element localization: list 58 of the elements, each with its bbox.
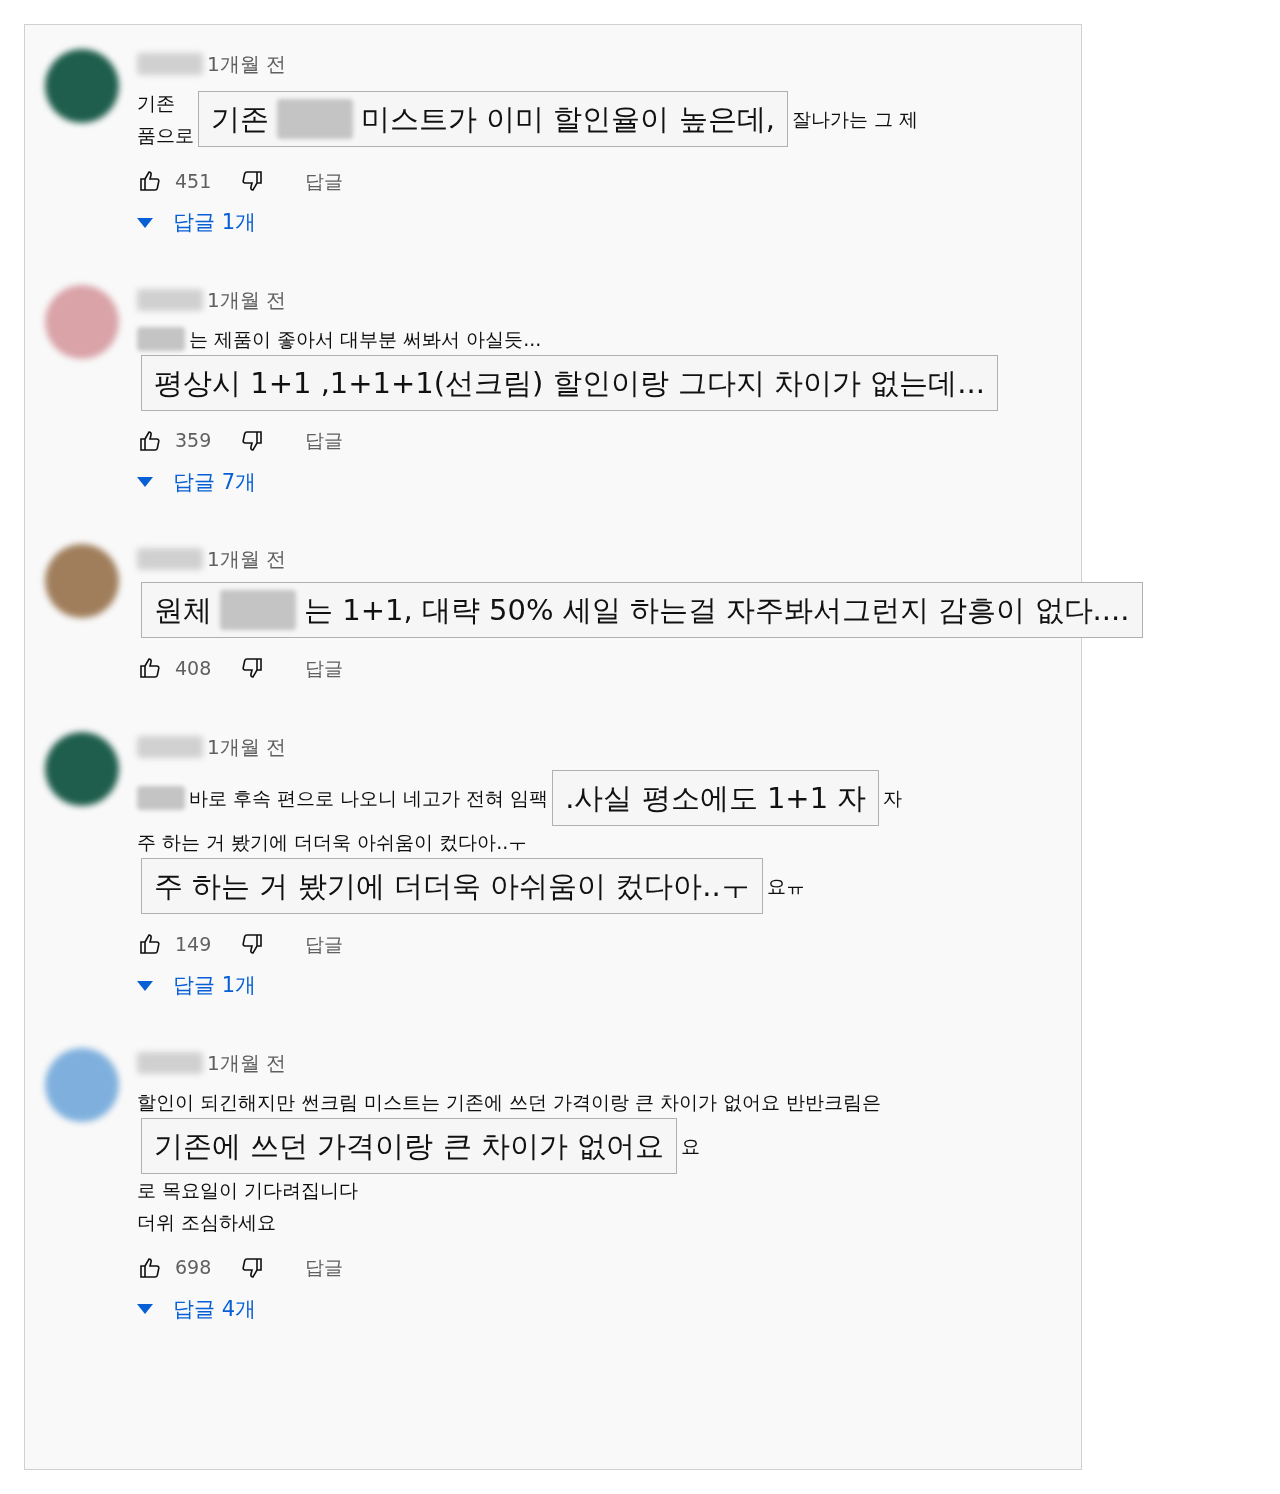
comment-text: 할인이 되긴해지만 썬크림 미스트는 기존에 쓰던 가격이랑 큰 차이가 없어요 반반크림은 xyxy=(137,1089,882,1115)
comment-text: 로 목요일이 기다려집니다 xyxy=(137,1177,359,1203)
thumbs-up-icon[interactable] xyxy=(137,1255,163,1280)
reply-button[interactable]: 답글 xyxy=(305,929,344,959)
like-count: 451 xyxy=(175,168,212,194)
like-count: 408 xyxy=(175,655,212,681)
caret-down-icon xyxy=(137,477,153,488)
comment-text: 잘나가는 그 제 xyxy=(791,107,918,132)
comment-text: 는 제품이 좋아서 대부분 써봐서 아실듯... xyxy=(189,326,542,352)
blurred-username xyxy=(137,736,203,758)
view-replies-button[interactable]: 답글 7개 xyxy=(137,466,1002,498)
view-replies-button[interactable]: 답글 4개 xyxy=(137,1293,882,1325)
blurred-username xyxy=(137,548,203,570)
reply-button[interactable]: 답글 xyxy=(305,166,344,196)
blurred-username xyxy=(137,1051,203,1074)
caret-down-icon xyxy=(137,1304,153,1315)
reply-button[interactable]: 답글 xyxy=(305,426,344,455)
caret-down-icon xyxy=(137,217,153,228)
comment-time: 1개월 전 xyxy=(207,51,287,78)
blurred-username xyxy=(137,288,203,311)
thumbs-up-icon[interactable] xyxy=(137,656,163,680)
comment-text: 품으로 xyxy=(137,123,194,148)
avatar[interactable] xyxy=(45,49,119,123)
view-replies-button[interactable]: 답글 1개 xyxy=(137,970,903,1002)
comment-text: 더위 조심하세요 xyxy=(137,1209,277,1235)
thumbs-up-icon[interactable] xyxy=(137,932,163,956)
avatar[interactable] xyxy=(45,544,119,618)
reply-button[interactable]: 답글 xyxy=(305,1253,344,1282)
caret-down-icon xyxy=(137,980,153,991)
callout-text: .사실 평소에도 1+1 자 xyxy=(565,780,867,817)
comment-text: 바로 후속 편으로 나오니 네고가 전혀 임팩 xyxy=(189,786,549,811)
comment-time: 1개월 전 xyxy=(207,1049,287,1077)
thumbs-up-icon[interactable] xyxy=(137,428,163,453)
comment-text: 요ㅠ xyxy=(766,874,805,899)
comment-time: 1개월 전 xyxy=(207,546,287,573)
reply-button[interactable]: 답글 xyxy=(305,653,344,683)
like-count: 359 xyxy=(175,428,212,454)
callout-text: 미스트가 이미 할인율이 높은데, xyxy=(361,101,775,138)
callout-text: 평상시 1+1 ,1+1+1(선크림) 할인이랑 그다지 차이가 없는데... xyxy=(154,364,985,402)
comment-time: 1개월 전 xyxy=(207,286,287,314)
callout-text: 는 1+1, 대략 50% 세일 하는걸 자주봐서그런지 감흥이 없다.... xyxy=(304,592,1130,629)
callout-text: 기존에 쓰던 가격이랑 큰 차이가 없어요 xyxy=(154,1127,665,1165)
comment-time: 1개월 전 xyxy=(207,734,287,761)
callout-text: 원체 xyxy=(154,592,212,629)
blurred-redaction xyxy=(137,786,185,810)
comment-text: 요 xyxy=(681,1133,701,1159)
blurred-username xyxy=(137,53,203,75)
like-count: 149 xyxy=(175,931,212,957)
callout-text: 주 하는 거 봤기에 더더욱 아쉬움이 컸다아..ㅜ xyxy=(154,868,750,905)
comment-text: 주 하는 거 봤기에 더더욱 아쉬움이 컸다아..ㅜ xyxy=(137,830,528,855)
blurred-redaction xyxy=(137,326,185,351)
comment-text: 자 xyxy=(883,786,903,811)
thumbs-up-icon[interactable] xyxy=(137,169,163,193)
comment-text: 기존 xyxy=(137,91,176,116)
callout-text: 기존 xyxy=(211,101,269,138)
avatar[interactable] xyxy=(45,732,119,806)
like-count: 698 xyxy=(175,1255,212,1281)
view-replies-button[interactable]: 답글 1개 xyxy=(137,207,918,239)
